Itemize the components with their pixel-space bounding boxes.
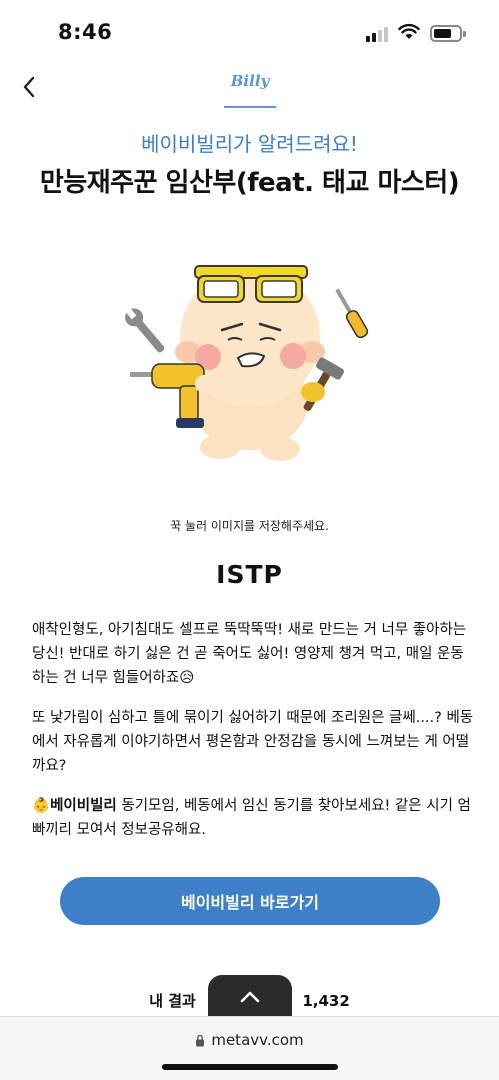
- status-bar: 8:46: [0, 0, 499, 66]
- billy-logo[interactable]: Billy: [224, 72, 276, 108]
- chevron-up-icon: [240, 991, 260, 1003]
- back-button[interactable]: [14, 70, 44, 104]
- url-text: metavv.com: [211, 1031, 304, 1049]
- description-paragraph-2: 또 낯가림이 심하고 틀에 묶이기 싫어하기 때문에 조리원은 글쎄....? …: [32, 710, 474, 774]
- logo-text: Billy: [230, 72, 270, 90]
- go-to-babybilly-button[interactable]: 베이비빌리 바로가기: [60, 877, 440, 925]
- scroll-to-top-button[interactable]: [208, 975, 292, 1019]
- back-chevron-icon: [23, 76, 35, 98]
- header: Billy: [0, 66, 499, 112]
- save-image-hint: 꾹 눌러 이미지를 저장해주세요.: [170, 519, 329, 533]
- result-subtitle: 베이비빌리가 알려드려요!: [141, 132, 358, 156]
- wifi-icon: [398, 23, 420, 39]
- description-paragraph-3: 👶베이비빌리 동기모임, 베동에서 임신 동기를 찾아보세요! 같은 시기 엄빠…: [32, 794, 474, 842]
- mbti-type: ISTP: [216, 560, 283, 589]
- home-indicator[interactable]: [162, 1064, 338, 1070]
- browser-address-bar: metavv.com: [0, 1016, 499, 1080]
- url-field[interactable]: metavv.com: [0, 1031, 499, 1049]
- result-count-value: 1,432: [302, 992, 350, 1010]
- baby-emoji-icon: 👶: [32, 798, 51, 814]
- description-paragraph-1: 애착인형도, 아기침대도 셀프로 뚝딱뚝딱! 새로 만드는 거 너무 좋아하는 …: [32, 622, 467, 686]
- lock-icon: [196, 1034, 205, 1047]
- result-count-label: 내 결과: [149, 992, 196, 1010]
- battery-icon: [430, 25, 466, 42]
- result-title: 만능재주꾼 임산부(feat. 태교 마스터): [39, 168, 460, 198]
- cellular-signal-icon: [366, 26, 390, 42]
- status-time: 8:46: [58, 20, 113, 44]
- logo-underline: [224, 106, 276, 108]
- handyman-baby-illustration: [125, 265, 369, 461]
- brand-name: 베이비빌리: [50, 798, 117, 814]
